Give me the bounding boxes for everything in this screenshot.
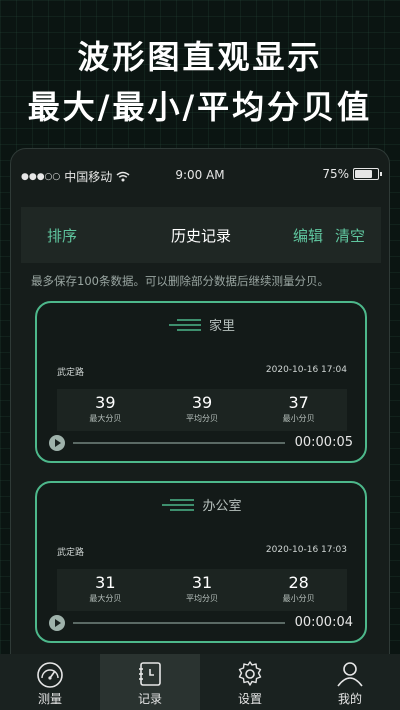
battery-percent: 75% <box>322 167 349 181</box>
tab-measure[interactable]: 测量 <box>0 654 100 710</box>
min-label: 最小分贝 <box>282 594 315 603</box>
playback-track[interactable] <box>73 442 285 444</box>
tab-profile[interactable]: 我的 <box>300 654 400 710</box>
max-stat: 31 最大分贝 <box>57 569 154 611</box>
status-bar: ●●●○○ 中国移动 9:00 AM 75% <box>11 149 389 201</box>
play-icon[interactable] <box>49 615 65 631</box>
avg-label: 平均分贝 <box>186 594 218 603</box>
tab-label: 测量 <box>37 692 62 706</box>
play-icon[interactable] <box>49 435 65 451</box>
min-value: 28 <box>288 573 309 592</box>
edit-button[interactable]: 编辑 <box>293 225 323 246</box>
nav-bar: 排序 历史记录 编辑 清空 <box>21 207 381 263</box>
gauge-icon <box>37 662 63 688</box>
tab-label: 记录 <box>137 692 162 706</box>
battery-fill <box>355 170 372 178</box>
max-value: 39 <box>95 393 116 412</box>
status-right: 75% <box>322 167 382 181</box>
promo-headline-1: 波形图直观显示 <box>77 38 323 76</box>
record-name: 办公室 <box>202 499 242 514</box>
record-datetime: 2020-10-16 17:04 <box>265 365 347 375</box>
record-card[interactable]: 办公室 武定路 2020-10-16 17:03 31 最大分贝 31 平均分贝… <box>35 481 367 643</box>
user-icon <box>337 662 363 687</box>
record-location: 武定路 <box>57 368 85 378</box>
record-stats: 31 最大分贝 31 平均分贝 28 最小分贝 <box>57 569 347 611</box>
record-stats: 39 最大分贝 39 平均分贝 37 最小分贝 <box>57 389 347 431</box>
promo-headline-2: 最大/最小/平均分贝值 <box>27 88 373 126</box>
storage-notice: 最多保存100条数据。可以删除部分数据后继续测量分贝。 <box>31 274 329 288</box>
min-stat: 28 最小分贝 <box>250 569 347 611</box>
gear-icon <box>238 661 262 686</box>
record-header: 办公室 <box>37 495 365 514</box>
page-title: 历史记录 <box>170 226 231 245</box>
clear-button[interactable]: 清空 <box>335 225 365 246</box>
avg-stat: 31 平均分贝 <box>154 569 251 611</box>
avg-value: 31 <box>191 573 213 592</box>
max-label: 最大分贝 <box>89 594 122 603</box>
max-value: 31 <box>95 573 116 592</box>
record-duration: 00:00:05 <box>294 435 353 450</box>
record-duration: 00:00:04 <box>294 615 353 630</box>
max-label: 最大分贝 <box>89 414 122 423</box>
avg-value: 39 <box>191 393 213 412</box>
tab-settings[interactable]: 设置 <box>200 654 300 710</box>
min-label: 最小分贝 <box>282 414 315 423</box>
max-stat: 39 最大分贝 <box>57 389 154 431</box>
notebook-icon <box>139 662 161 686</box>
phone-screen: ●●●○○ 中国移动 9:00 AM 75% 排序 历史记录 编辑 清空 最多保… <box>10 148 390 710</box>
playback-track[interactable] <box>73 622 285 624</box>
tab-label: 设置 <box>237 692 262 706</box>
avg-label: 平均分贝 <box>186 414 218 423</box>
record-card[interactable]: 家里 武定路 2020-10-16 17:04 39 最大分贝 39 平均分贝 … <box>35 301 367 463</box>
avg-stat: 39 平均分贝 <box>154 389 251 431</box>
record-datetime: 2020-10-16 17:03 <box>265 545 347 555</box>
min-stat: 37 最小分贝 <box>250 389 347 431</box>
record-header: 家里 <box>37 315 365 334</box>
waveform-icon <box>162 498 195 511</box>
tab-bar: 测量 记录 设置 我的 <box>0 654 400 710</box>
waveform-icon <box>168 318 201 331</box>
record-location: 武定路 <box>57 548 85 558</box>
min-value: 37 <box>288 393 309 412</box>
tab-records[interactable]: 记录 <box>100 654 200 710</box>
record-name: 家里 <box>208 319 235 334</box>
battery-icon <box>353 168 382 180</box>
tab-label: 我的 <box>337 692 362 706</box>
